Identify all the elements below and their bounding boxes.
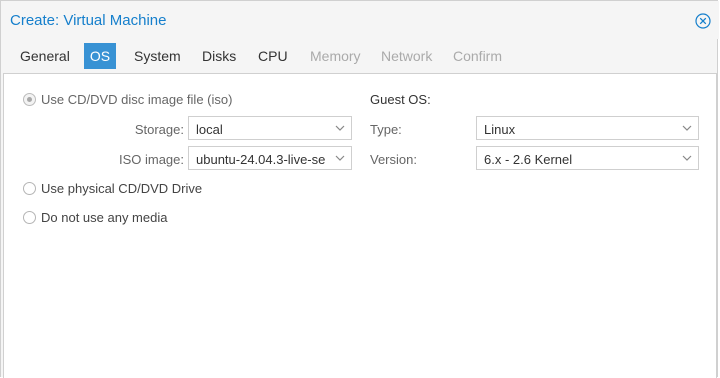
use-physical-drive-option[interactable]: Use physical CD/DVD Drive xyxy=(23,181,202,196)
use-iso-radio[interactable] xyxy=(23,93,36,106)
tab-memory: Memory xyxy=(310,48,361,64)
chevron-down-icon xyxy=(335,125,345,131)
tab-network: Network xyxy=(381,48,433,64)
iso-image-select[interactable]: ubuntu-24.04.3-live-se xyxy=(188,146,352,170)
storage-select[interactable]: local xyxy=(188,116,352,140)
no-media-radio[interactable] xyxy=(23,211,36,224)
use-physical-drive-label: Use physical CD/DVD Drive xyxy=(41,181,203,196)
use-iso-label: Use CD/DVD disc image file (iso) xyxy=(41,92,233,107)
os-type-value: Linux xyxy=(484,122,516,137)
tab-cpu[interactable]: CPU xyxy=(252,43,294,69)
storage-label: Storage: xyxy=(134,122,184,137)
storage-value: local xyxy=(196,122,223,137)
use-iso-option[interactable]: Use CD/DVD disc image file (iso) xyxy=(23,92,232,107)
chevron-down-icon xyxy=(682,155,692,161)
tab-os[interactable]: OS xyxy=(84,43,116,69)
no-media-label: Do not use any media xyxy=(41,210,168,225)
dialog-titlebar: Create: Virtual Machine xyxy=(1,1,719,39)
use-physical-drive-radio[interactable] xyxy=(23,182,36,195)
wizard-tabs: General OS System Disks CPU Memory Netwo… xyxy=(1,43,719,69)
tab-general[interactable]: General xyxy=(14,43,76,69)
os-version-value: 6.x - 2.6 Kernel xyxy=(484,152,573,167)
os-version-select[interactable]: 6.x - 2.6 Kernel xyxy=(476,146,699,170)
os-type-label: Type: xyxy=(370,122,402,137)
close-icon[interactable] xyxy=(695,13,711,29)
chevron-down-icon xyxy=(335,155,345,161)
dialog-title: Create: Virtual Machine xyxy=(10,12,167,29)
create-vm-dialog: Create: Virtual Machine General OS Syste… xyxy=(0,0,719,378)
os-panel: Use CD/DVD disc image file (iso) Storage… xyxy=(3,73,717,378)
os-version-label: Version: xyxy=(370,152,417,167)
no-media-option[interactable]: Do not use any media xyxy=(23,210,167,225)
iso-image-label: ISO image: xyxy=(118,152,184,167)
chevron-down-icon xyxy=(682,125,692,131)
iso-image-value: ubuntu-24.04.3-live-se xyxy=(196,152,325,167)
os-type-select[interactable]: Linux xyxy=(476,116,699,140)
guest-os-heading: Guest OS: xyxy=(370,92,431,107)
tab-disks[interactable]: Disks xyxy=(196,43,242,69)
tab-system[interactable]: System xyxy=(128,43,187,69)
tab-confirm: Confirm xyxy=(453,48,503,64)
